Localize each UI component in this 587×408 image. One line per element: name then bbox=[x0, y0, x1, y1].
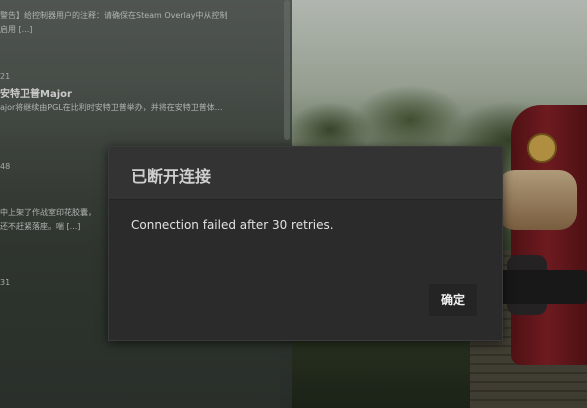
disconnect-dialog: 已断开连接 Connection failed after 30 retries… bbox=[108, 146, 503, 341]
dialog-title: 已断开连接 bbox=[131, 167, 212, 186]
dialog-message: Connection failed after 30 retries. bbox=[131, 218, 334, 232]
dialog-header: 已断开连接 bbox=[109, 147, 502, 200]
confirm-button[interactable]: 确定 bbox=[429, 284, 477, 316]
